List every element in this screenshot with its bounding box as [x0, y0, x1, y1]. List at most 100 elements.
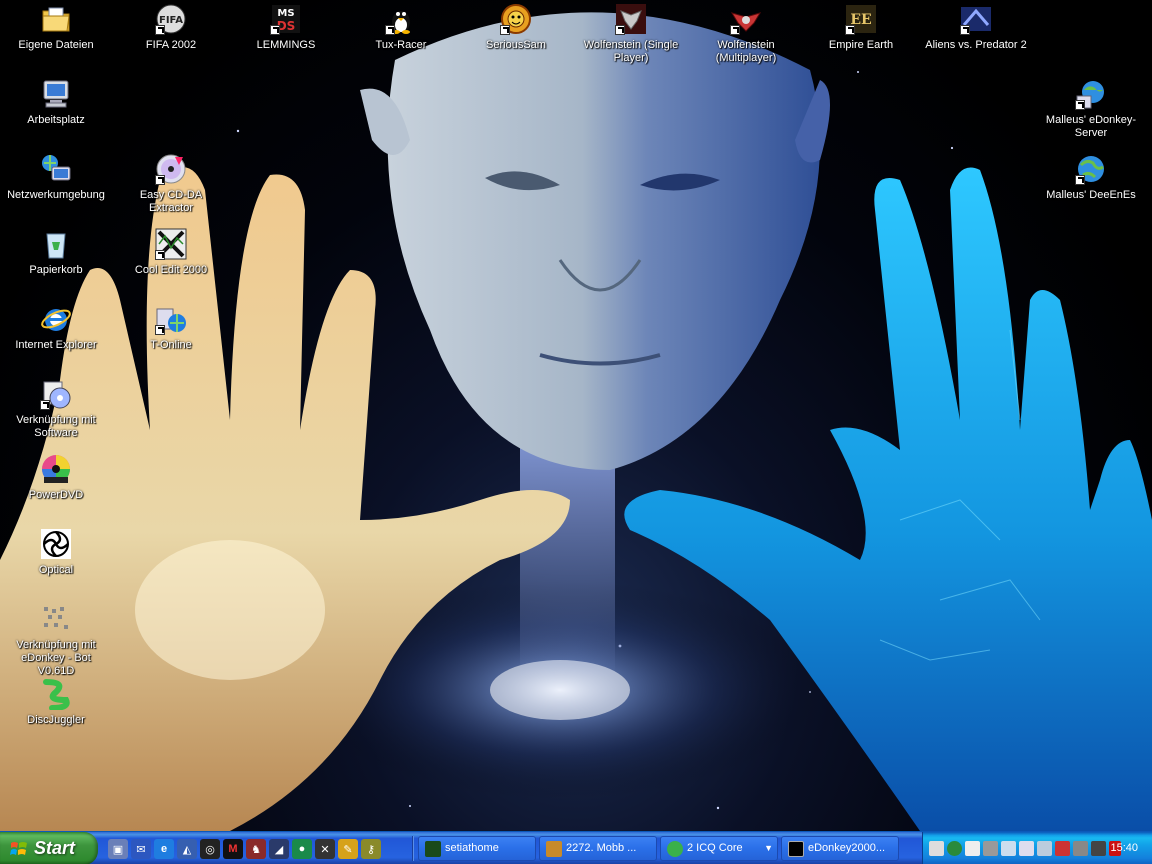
chart-icon[interactable]: ◢	[269, 839, 289, 859]
desktop-icon-label: Malleus' DeeEnEs	[1046, 189, 1136, 201]
shortcut-arrow-icon	[155, 250, 165, 260]
avp2-icon	[960, 3, 992, 35]
globe-icon[interactable]: ●	[292, 839, 312, 859]
desktop-icon-wolfenstein-sp[interactable]: Wolfenstein (Single Player)	[575, 3, 687, 65]
usb-icon[interactable]	[983, 841, 998, 856]
shortcut-arrow-icon	[1075, 175, 1085, 185]
desktop-icon-lemmings[interactable]: MS DS LEMMINGS	[230, 3, 342, 52]
key-icon[interactable]: ⚷	[361, 839, 381, 859]
shortcut-arrow-icon	[615, 25, 625, 35]
media-icon[interactable]: ◭	[177, 839, 197, 859]
taskbar-button-mobb[interactable]: 2272. Mobb ...	[539, 836, 657, 861]
desktop-icon-label: Internet Explorer	[15, 339, 97, 351]
cool-edit-icon	[155, 228, 187, 260]
start-label: Start	[34, 838, 76, 858]
desktop-icon-verknuepfung-software[interactable]: Verknüpfung mit Software	[0, 378, 112, 440]
desktop-icon-avp2[interactable]: Aliens vs. Predator 2	[920, 3, 1032, 52]
wallpaper-art	[0, 12, 1152, 831]
desktop-icon-fifa-2002[interactable]: FIFA FIFA 2002	[115, 3, 227, 52]
tools-icon[interactable]: ✕	[315, 839, 335, 859]
desktop-icon-serioussam[interactable]: SeriousSam	[460, 3, 572, 52]
desktop-icon-tux-racer[interactable]: Tux-Racer	[345, 3, 457, 52]
desktop-icon-wolfenstein-mp[interactable]: Wolfenstein (Multiplayer)	[690, 3, 802, 65]
recycle-bin-icon	[40, 228, 72, 260]
clock[interactable]: 15:40	[1110, 832, 1138, 864]
desktop-icon-label: SeriousSam	[486, 39, 546, 51]
start-button[interactable]: Start	[0, 832, 98, 864]
taskbar-button-icq[interactable]: 2 ICQ Core ▼	[660, 836, 778, 861]
empire-earth-icon: EE	[845, 3, 877, 35]
desktop-icon-edonkey-server[interactable]: Malleus' eDonkey-Server	[1035, 78, 1147, 140]
desktop-icon-label: Tux-Racer	[375, 39, 427, 51]
desktop-icon-cool-edit[interactable]: Cool Edit 2000	[115, 228, 227, 277]
desktop-icon-label: Wolfenstein (Multiplayer)	[715, 39, 777, 64]
desktop-icon-easy-cd-da[interactable]: Easy CD-DA Extractor	[115, 153, 227, 215]
desktop-icon-label: T-Online	[150, 339, 192, 351]
internet-explorer-icon	[40, 303, 72, 335]
speaker-icon[interactable]	[1091, 841, 1106, 856]
shield-tray-icon[interactable]	[1073, 841, 1088, 856]
desktop-icon-label: Eigene Dateien	[18, 39, 94, 51]
desktop-icon-discjuggler[interactable]: DiscJuggler	[0, 678, 112, 727]
target-icon[interactable]: ◎	[200, 839, 220, 859]
show-desktop-icon[interactable]: ▣	[108, 839, 128, 859]
desktop-icon-netzwerkumgebung[interactable]: Netzwerkumgebung	[0, 153, 112, 202]
my-computer-icon	[40, 78, 72, 110]
ie-quick-icon[interactable]: e	[154, 839, 174, 859]
tux-icon	[385, 3, 417, 35]
windows-logo-icon	[10, 842, 27, 855]
desktop-icon-label: LEMMINGS	[256, 39, 316, 51]
monster-icon[interactable]	[965, 841, 980, 856]
desktop-icon-t-online[interactable]: T-Online	[115, 303, 227, 352]
desktop-icon-label: Netzwerkumgebung	[7, 189, 105, 201]
desktop-icon-edonkey-bot[interactable]: Verknüpfung mit eDonkey - Bot V0.61D	[0, 603, 112, 678]
desktop-icon-eigene-dateien[interactable]: Eigene Dateien	[0, 3, 112, 52]
desktop-icon-arbeitsplatz[interactable]: Arbeitsplatz	[0, 78, 112, 127]
shortcut-arrow-icon	[845, 25, 855, 35]
shortcut-arrow-icon	[155, 25, 165, 35]
taskbar-button-edonkey[interactable]: eDonkey2000...	[781, 836, 899, 861]
outlook-icon[interactable]: ✉	[131, 839, 151, 859]
network-tray-icon[interactable]	[947, 841, 962, 856]
volume-icon[interactable]	[1001, 841, 1016, 856]
gmail-m-icon[interactable]: M	[223, 839, 243, 859]
taskbar-button-label: eDonkey2000...	[808, 842, 886, 854]
desktop-icon-internet-explorer[interactable]: Internet Explorer	[0, 303, 112, 352]
desktop-icon-label: Papierkorb	[29, 264, 83, 276]
console-icon	[788, 841, 804, 857]
taskbar: Start ▣ ✉ e ◭ ◎ M ♞ ◢ ● ✕ ✎ ⚷ setiathome…	[0, 831, 1152, 864]
taskbar-button-label: 2272. Mobb ...	[566, 842, 637, 854]
taskbar-button-setiathome[interactable]: setiathome	[418, 836, 536, 861]
icq-flower-icon	[667, 841, 683, 857]
shortcut-arrow-icon	[385, 25, 395, 35]
edonkey-bot-icon	[40, 603, 72, 635]
jet-icon[interactable]	[929, 841, 944, 856]
shortcut-arrow-icon	[1075, 100, 1085, 110]
desktop-icon-deeenes[interactable]: Malleus' DeeEnEs	[1035, 153, 1147, 202]
desktop-icon-label: Arbeitsplatz	[27, 114, 85, 126]
flag-icon[interactable]	[1055, 841, 1070, 856]
system-tray: 15:40	[922, 832, 1152, 864]
desktop-icon-powerdvd[interactable]: PowerDVD	[0, 453, 112, 502]
desktop-icon-label: Aliens vs. Predator 2	[925, 39, 1027, 51]
network-tray-2-icon[interactable]	[1037, 841, 1052, 856]
desktop-icon-label: DiscJuggler	[27, 714, 85, 726]
desktop-icon-label: Optical	[38, 564, 74, 576]
chevron-down-icon: ▼	[764, 843, 773, 853]
t-online-icon	[155, 303, 187, 335]
seti-icon	[425, 841, 441, 857]
game-icon[interactable]: ♞	[246, 839, 266, 859]
desktop-icon-label: Verknüpfung mit eDonkey - Bot V0.61D	[16, 639, 96, 677]
desktop-icon-empire-earth[interactable]: EE Empire Earth	[805, 3, 917, 52]
monitor-icon[interactable]	[1019, 841, 1034, 856]
shortcut-arrow-icon	[270, 25, 280, 35]
desktop-icon-label: Empire Earth	[828, 39, 894, 51]
wolfenstein-mp-icon	[730, 3, 762, 35]
pen-icon[interactable]: ✎	[338, 839, 358, 859]
desktop-icon-label: PowerDVD	[28, 489, 84, 501]
shortcut-arrow-icon	[155, 325, 165, 335]
shortcut-arrow-icon	[730, 25, 740, 35]
taskbar-separator	[412, 836, 414, 861]
desktop-icon-optical[interactable]: Optical	[0, 528, 112, 577]
desktop-icon-papierkorb[interactable]: Papierkorb	[0, 228, 112, 277]
